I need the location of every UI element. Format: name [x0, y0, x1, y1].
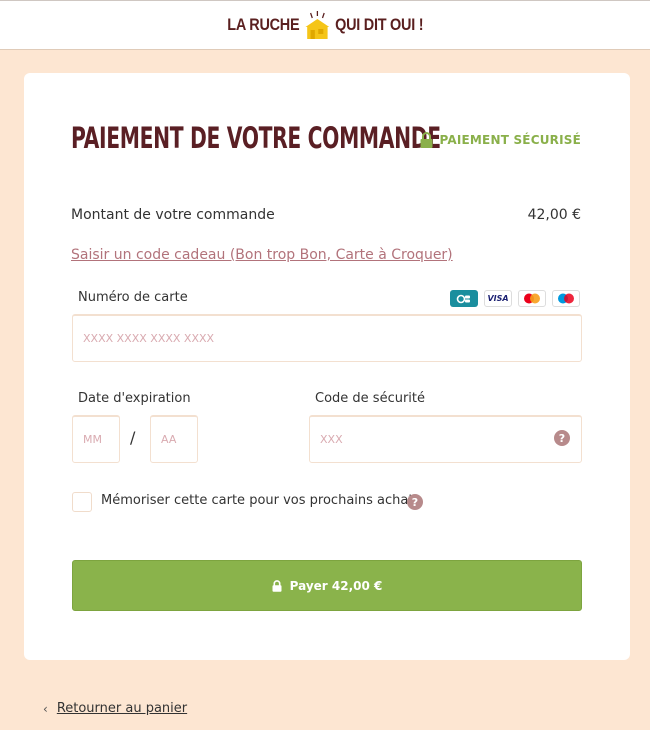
- secure-payment-badge: PAIEMENT SÉCURISÉ: [420, 132, 581, 148]
- maestro-icon: [552, 290, 580, 307]
- pay-button-label: Payer 42,00 €: [289, 578, 383, 593]
- payment-card: PAIEMENT DE VOTRE COMMANDE PAIEMENT SÉCU…: [24, 73, 630, 660]
- remember-card-label: Mémoriser cette carte pour vos prochains…: [101, 493, 421, 508]
- logo-text-right: QUI DIT OUI !: [334, 15, 423, 34]
- chevron-left-icon: ‹: [43, 701, 48, 716]
- order-amount-row: Montant de votre commande 42,00 €: [71, 207, 581, 223]
- security-code-help-icon[interactable]: ?: [554, 430, 570, 446]
- date-separator: /: [130, 428, 136, 447]
- logo-text-left: LA RUCHE: [226, 15, 300, 34]
- card-number-label: Numéro de carte: [78, 290, 188, 305]
- lock-icon: [420, 132, 433, 148]
- site-header: LA RUCHE QUI DIT OUI !: [0, 0, 650, 50]
- gift-code-link[interactable]: Saisir un code cadeau (Bon trop Bon, Car…: [71, 247, 453, 263]
- security-code-input[interactable]: [309, 415, 582, 463]
- card-brands: VISA: [450, 290, 580, 307]
- visa-card-icon: VISA: [484, 290, 512, 307]
- expiration-month-input[interactable]: [72, 415, 120, 463]
- order-amount-label: Montant de votre commande: [71, 207, 275, 223]
- expiration-year-input[interactable]: [150, 415, 198, 463]
- card-number-input[interactable]: [72, 314, 582, 362]
- expiration-date-label: Date d'expiration: [78, 391, 191, 406]
- security-code-label: Code de sécurité: [315, 391, 426, 406]
- mastercard-icon: [518, 290, 546, 307]
- pay-button[interactable]: Payer 42,00 €: [72, 560, 582, 611]
- lock-icon: [272, 579, 282, 592]
- logo[interactable]: LA RUCHE QUI DIT OUI !: [227, 10, 423, 40]
- hive-house-icon: [302, 10, 331, 40]
- back-to-cart[interactable]: ‹ Retourner au panier: [43, 701, 187, 716]
- remember-card-help-icon[interactable]: ?: [407, 494, 423, 510]
- order-amount-value: 42,00 €: [527, 207, 581, 223]
- remember-card-checkbox[interactable]: [72, 492, 92, 512]
- page-title: PAIEMENT DE VOTRE COMMANDE: [71, 121, 441, 155]
- cb-card-icon: [450, 290, 478, 307]
- back-to-cart-link[interactable]: Retourner au panier: [57, 701, 187, 716]
- secure-payment-label: PAIEMENT SÉCURISÉ: [439, 133, 581, 147]
